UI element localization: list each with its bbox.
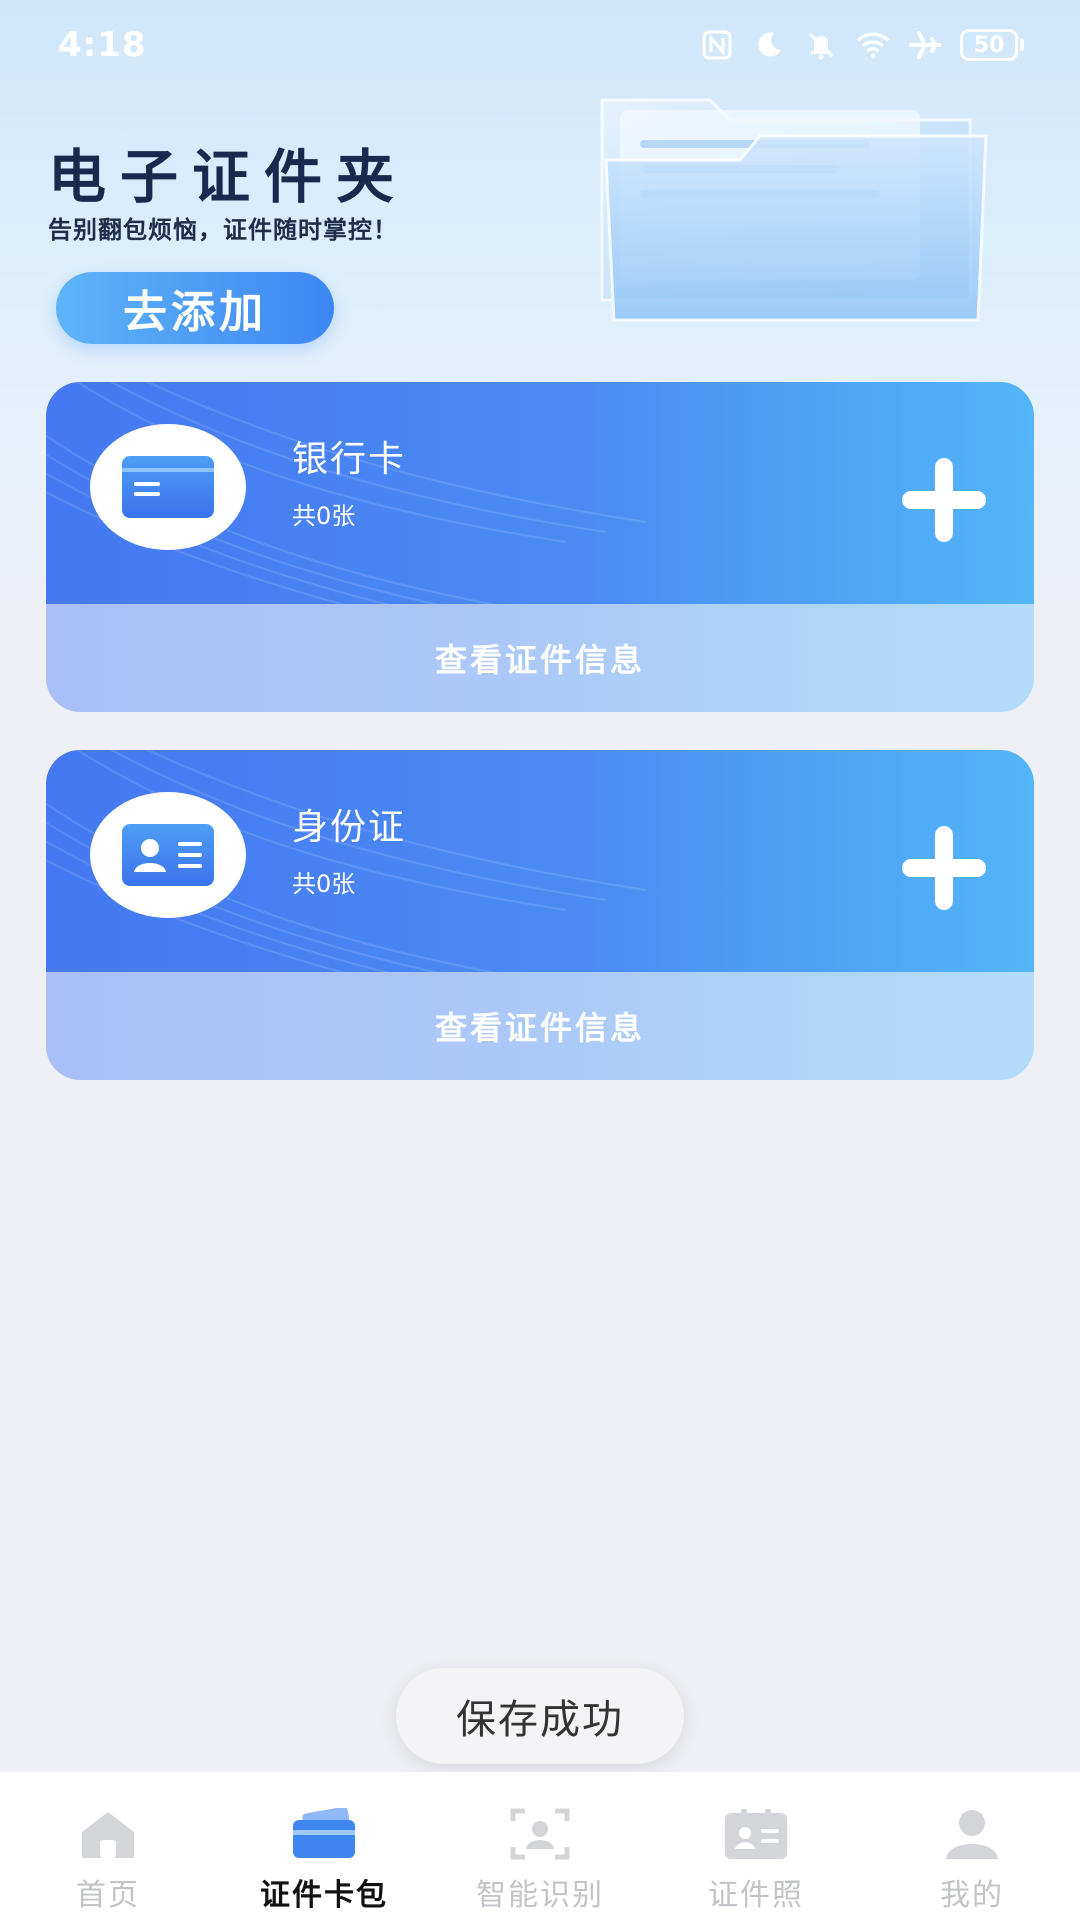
tab-id-photo[interactable]: 证件照	[648, 1772, 864, 1920]
card-wallet-icon	[291, 1806, 357, 1862]
tab-home[interactable]: 首页	[0, 1772, 216, 1920]
bank-card-count: 共0张	[292, 502, 356, 530]
plus-icon	[902, 458, 986, 542]
plus-icon	[902, 826, 986, 910]
id-card-count: 共0张	[292, 870, 356, 898]
page-title: 电子证件夹	[48, 143, 409, 211]
view-bank-card-info-button[interactable]: 查看证件信息	[46, 604, 1034, 712]
id-card-icon-badge	[90, 792, 246, 918]
folder-illustration	[590, 80, 1000, 340]
tab-home-label: 首页	[76, 1878, 140, 1913]
tab-smart-recognition[interactable]: 智能识别	[432, 1772, 648, 1920]
wifi-icon	[856, 28, 890, 62]
bank-card-title: 银行卡	[292, 439, 407, 480]
status-bar: 4:18 50	[0, 0, 1080, 90]
bank-card-icon	[122, 456, 214, 518]
bottom-tab-bar: 首页 证件卡包 智能识别 证件照 我的	[0, 1772, 1080, 1920]
bell-muted-icon	[804, 28, 838, 62]
user-icon	[939, 1806, 1005, 1862]
id-card-panel: 身份证 共0张 查看证件信息	[46, 750, 1034, 1080]
toast-message: 保存成功	[396, 1668, 684, 1764]
tab-me-label: 我的	[940, 1878, 1004, 1913]
id-card-header[interactable]: 身份证 共0张	[46, 750, 1034, 972]
id-card-icon	[122, 824, 214, 886]
battery-icon: 50	[960, 29, 1024, 61]
tab-card-wallet[interactable]: 证件卡包	[216, 1772, 432, 1920]
bank-card-panel: 银行卡 共0张 查看证件信息	[46, 382, 1034, 712]
battery-level: 50	[960, 29, 1018, 61]
moon-icon	[752, 28, 786, 62]
scan-portrait-icon	[507, 1806, 573, 1862]
status-icons: 50	[700, 28, 1024, 62]
bank-card-icon-badge	[90, 424, 246, 550]
airplane-icon	[908, 28, 942, 62]
tab-id-photo-label: 证件照	[708, 1878, 804, 1913]
nfc-icon	[700, 28, 734, 62]
add-bank-card-button[interactable]	[898, 454, 990, 546]
view-id-card-info-button[interactable]: 查看证件信息	[46, 972, 1034, 1080]
tab-smart-recognition-label: 智能识别	[476, 1878, 604, 1913]
bank-card-header[interactable]: 银行卡 共0张	[46, 382, 1034, 604]
page-subtitle: 告别翻包烦恼，证件随时掌控！	[48, 216, 398, 244]
home-icon	[75, 1806, 141, 1862]
id-photo-icon	[723, 1806, 789, 1862]
status-time: 4:18	[58, 25, 147, 65]
tab-card-wallet-label: 证件卡包	[260, 1878, 388, 1913]
id-card-title: 身份证	[292, 807, 407, 848]
add-button[interactable]: 去添加	[56, 272, 334, 344]
tab-me[interactable]: 我的	[864, 1772, 1080, 1920]
add-id-card-button[interactable]	[898, 822, 990, 914]
